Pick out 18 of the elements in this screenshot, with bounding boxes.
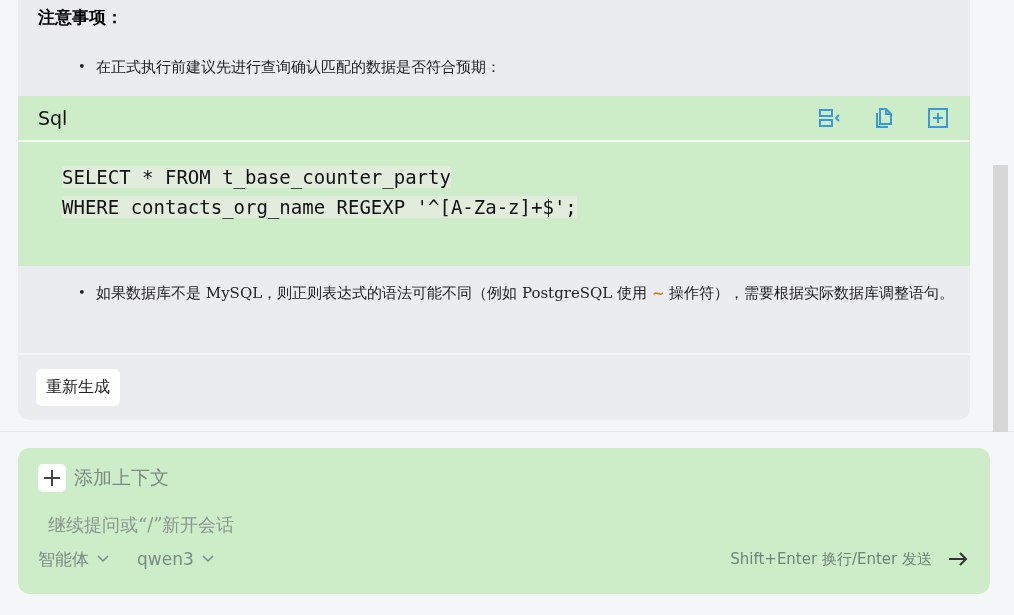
notes-heading: 注意事项： [38,6,124,29]
regenerate-button[interactable]: 重新生成 [36,369,120,406]
insert-code-icon[interactable] [818,106,842,130]
bullet-marker: • [78,284,87,303]
chevron-down-icon [201,555,214,563]
bullet-marker: • [78,58,87,76]
message-input[interactable]: 继续提问或“/”新开会话 [38,512,658,537]
shortcut-hint: Shift+Enter 换行/Enter 发送 [730,549,932,569]
scrollbar[interactable] [993,165,1008,432]
bullet-text: 如果数据库不是 MySQL，则正则表达式的语法可能不同（例如 PostgreSQL 使用 ~ 操作符），需要根据实际数据库调整语句。 [96,283,955,305]
add-icon[interactable] [926,106,950,130]
bullet-text: 在正式执行前建议先进行查询确认匹配的数据是否符合预期： [96,57,501,78]
agent-dropdown[interactable]: 智能体 [38,547,109,571]
plus-icon[interactable] [38,464,66,492]
chevron-down-icon [97,555,109,563]
code-language: Sql [38,107,68,129]
add-context-link[interactable]: 添加上下文 [74,465,169,491]
model-dropdown[interactable]: qwen3 [137,549,214,569]
